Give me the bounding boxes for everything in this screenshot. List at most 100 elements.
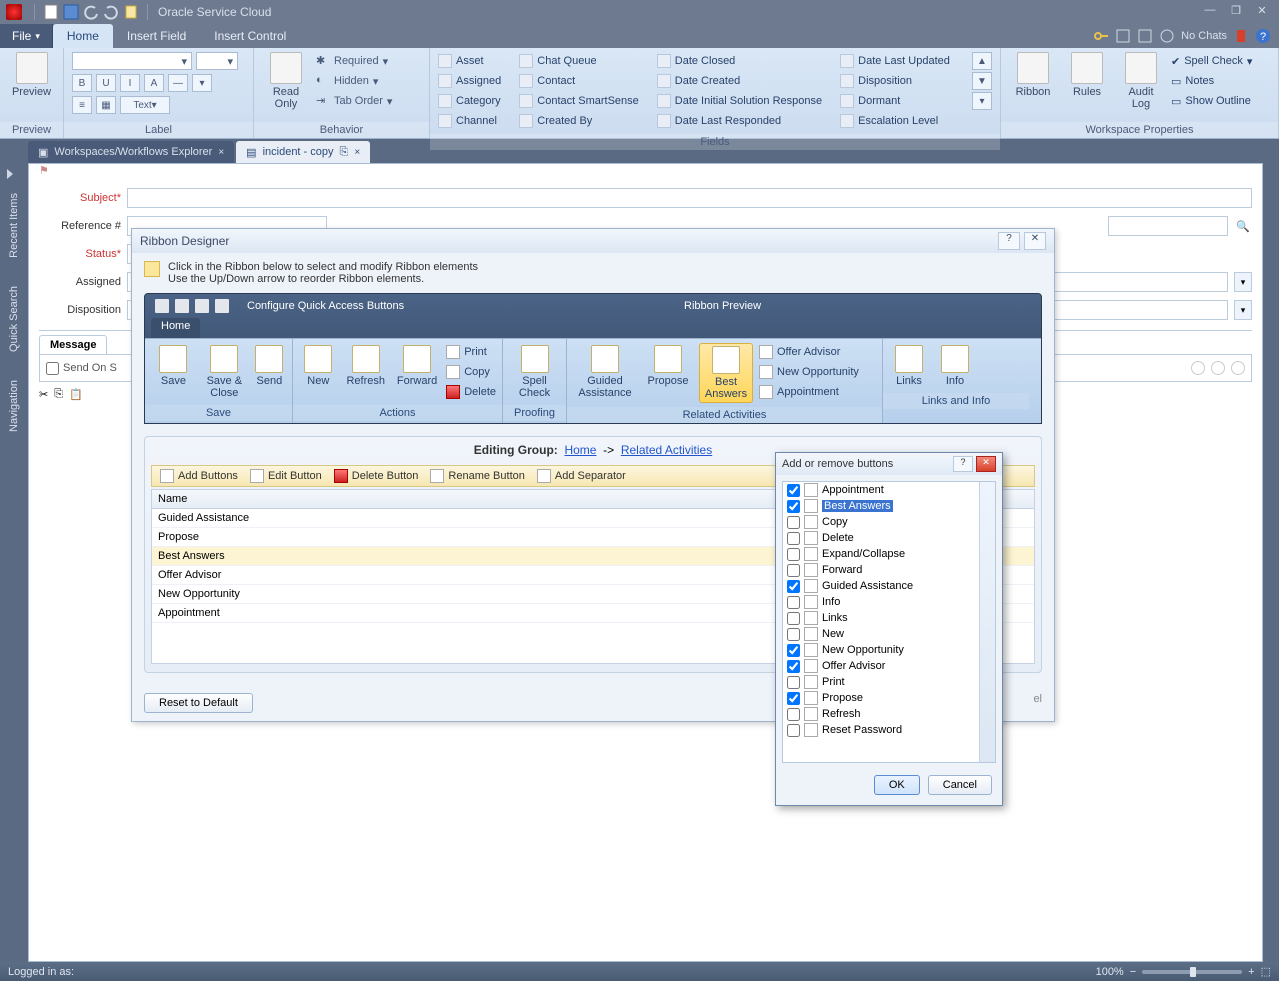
spell-check-button[interactable]: Spell Check: [509, 343, 560, 401]
checkbox-new[interactable]: New: [783, 626, 995, 642]
right-scrollbar[interactable]: [1263, 139, 1279, 962]
qa-save-icon[interactable]: [175, 299, 189, 313]
spell-check-button[interactable]: ✔Spell Check▾: [1171, 52, 1252, 70]
forward-button[interactable]: Forward: [394, 343, 440, 389]
new-button[interactable]: New: [299, 343, 338, 389]
chat-icon[interactable]: [1159, 28, 1175, 44]
messages-tab[interactable]: Message: [39, 335, 107, 354]
checkbox-appointment[interactable]: Appointment: [783, 482, 995, 498]
preview-button[interactable]: Preview: [8, 52, 55, 98]
copy-button[interactable]: Copy: [446, 363, 496, 381]
save-close-button[interactable]: Save & Close: [202, 343, 247, 401]
zoom-in-button[interactable]: +: [1248, 966, 1254, 978]
print-button[interactable]: Print: [446, 343, 496, 361]
field-link[interactable]: Created By: [519, 112, 639, 130]
help-button[interactable]: ?: [953, 456, 973, 472]
disposition-dropdown[interactable]: ▾: [1234, 300, 1252, 320]
doctab-incident[interactable]: ▤incident - copy⎘×: [236, 141, 370, 163]
field-link[interactable]: Assigned: [438, 72, 501, 90]
qa-print-icon[interactable]: [215, 299, 229, 313]
close-icon[interactable]: ×: [218, 147, 224, 158]
send-on-save-checkbox[interactable]: Send On S: [46, 362, 117, 375]
font-size-dropdown[interactable]: ▾: [196, 52, 238, 70]
checkbox-forward[interactable]: Forward: [783, 562, 995, 578]
toolbar-add-buttons[interactable]: Add Buttons: [160, 469, 238, 483]
flag-icon[interactable]: ⚑: [29, 164, 1262, 178]
minimize-button[interactable]: —: [1199, 4, 1221, 20]
refresh-button[interactable]: Refresh: [344, 343, 388, 389]
checkbox-info[interactable]: Info: [783, 594, 995, 610]
cut-icon[interactable]: ✂: [39, 388, 48, 401]
more-button[interactable]: ▾: [192, 74, 212, 92]
field-link[interactable]: Date Initial Solution Response: [657, 92, 822, 110]
remove-icon[interactable]: [1211, 361, 1225, 375]
font-family-dropdown[interactable]: ▾: [72, 52, 192, 70]
fields-more[interactable]: ▾: [972, 92, 992, 110]
checkbox-print[interactable]: Print: [783, 674, 995, 690]
save-button[interactable]: Save: [151, 343, 196, 389]
send-button[interactable]: Send: [253, 343, 286, 389]
dialog-close-button[interactable]: ✕: [976, 456, 996, 472]
qa-redo-icon[interactable]: [103, 4, 119, 20]
checkbox-offer-advisor[interactable]: Offer Advisor: [783, 658, 995, 674]
file-menu[interactable]: File: [0, 24, 53, 48]
close-button[interactable]: ✕: [1251, 4, 1273, 20]
audit-log-button[interactable]: Audit Log: [1117, 52, 1165, 110]
crumb-home[interactable]: Home: [564, 443, 596, 457]
field-link[interactable]: Disposition: [840, 72, 950, 90]
links-button[interactable]: Links: [889, 343, 929, 389]
appointment-button[interactable]: Appointment: [759, 383, 859, 401]
alert-icon[interactable]: [1233, 28, 1249, 44]
reset-button[interactable]: Reset to Default: [144, 693, 253, 713]
field-link[interactable]: Date Last Responded: [657, 112, 822, 130]
checkbox-copy[interactable]: Copy: [783, 514, 995, 530]
underline-button[interactable]: U: [96, 74, 116, 92]
read-only-button[interactable]: Read Only: [262, 52, 310, 110]
toolbar-rename-button[interactable]: Rename Button: [430, 469, 524, 483]
checkbox-guided-assistance[interactable]: Guided Assistance: [783, 578, 995, 594]
text-button[interactable]: Text▾: [120, 96, 170, 114]
layout-button[interactable]: ▦: [96, 96, 116, 114]
tool1-icon[interactable]: [1115, 28, 1131, 44]
field-link[interactable]: Escalation Level: [840, 112, 950, 130]
paste-icon[interactable]: 📋: [69, 388, 83, 401]
align-button[interactable]: ≡: [72, 96, 92, 114]
field-link[interactable]: Chat Queue: [519, 52, 639, 70]
zoom-fit-button[interactable]: ⬚: [1261, 965, 1271, 978]
guided-assistance-button[interactable]: Guided Assistance: [573, 343, 637, 401]
info-button[interactable]: Info: [935, 343, 975, 389]
subject-input[interactable]: [127, 188, 1252, 208]
checkbox-best-answers[interactable]: Best Answers: [783, 498, 995, 514]
field-link[interactable]: Channel: [438, 112, 501, 130]
pin-icon[interactable]: ⎘: [340, 146, 349, 159]
delete-button[interactable]: Delete: [446, 383, 496, 401]
expand-icon[interactable]: [7, 169, 21, 179]
divider-button[interactable]: —: [168, 74, 188, 92]
dialog-close-button[interactable]: ✕: [1024, 232, 1046, 250]
qa-new-icon[interactable]: [43, 4, 59, 20]
zoom-slider[interactable]: [1142, 970, 1242, 974]
tab-order-button[interactable]: ⇥Tab Order▾: [316, 92, 392, 110]
help-icon[interactable]: ?: [1255, 28, 1271, 44]
tab-insert-field[interactable]: Insert Field: [113, 24, 200, 48]
scrollbar[interactable]: [979, 482, 995, 762]
font-color-button[interactable]: A: [144, 74, 164, 92]
required-button[interactable]: ✱Required▾: [316, 52, 392, 70]
checkbox-expand-collapse[interactable]: Expand/Collapse: [783, 546, 995, 562]
checkbox-propose[interactable]: Propose: [783, 690, 995, 706]
toolbar-delete-button[interactable]: Delete Button: [334, 469, 419, 483]
qa-undo-icon[interactable]: [83, 4, 99, 20]
show-outline-button[interactable]: ▭Show Outline: [1171, 92, 1252, 110]
ribbon-button[interactable]: Ribbon: [1009, 52, 1057, 98]
tab-insert-control[interactable]: Insert Control: [200, 24, 300, 48]
qa-paste-icon[interactable]: [123, 4, 139, 20]
tab-home[interactable]: Home: [53, 24, 113, 48]
qa-saveclose-icon[interactable]: [195, 299, 209, 313]
checkbox-links[interactable]: Links: [783, 610, 995, 626]
new-opportunity-button[interactable]: New Opportunity: [759, 363, 859, 381]
zoom-out-button[interactable]: −: [1130, 966, 1136, 978]
rules-button[interactable]: Rules: [1063, 52, 1111, 98]
bold-button[interactable]: B: [72, 74, 92, 92]
preview-tab-home[interactable]: Home: [151, 318, 200, 338]
hidden-button[interactable]: ◐Hidden▾: [316, 72, 392, 90]
